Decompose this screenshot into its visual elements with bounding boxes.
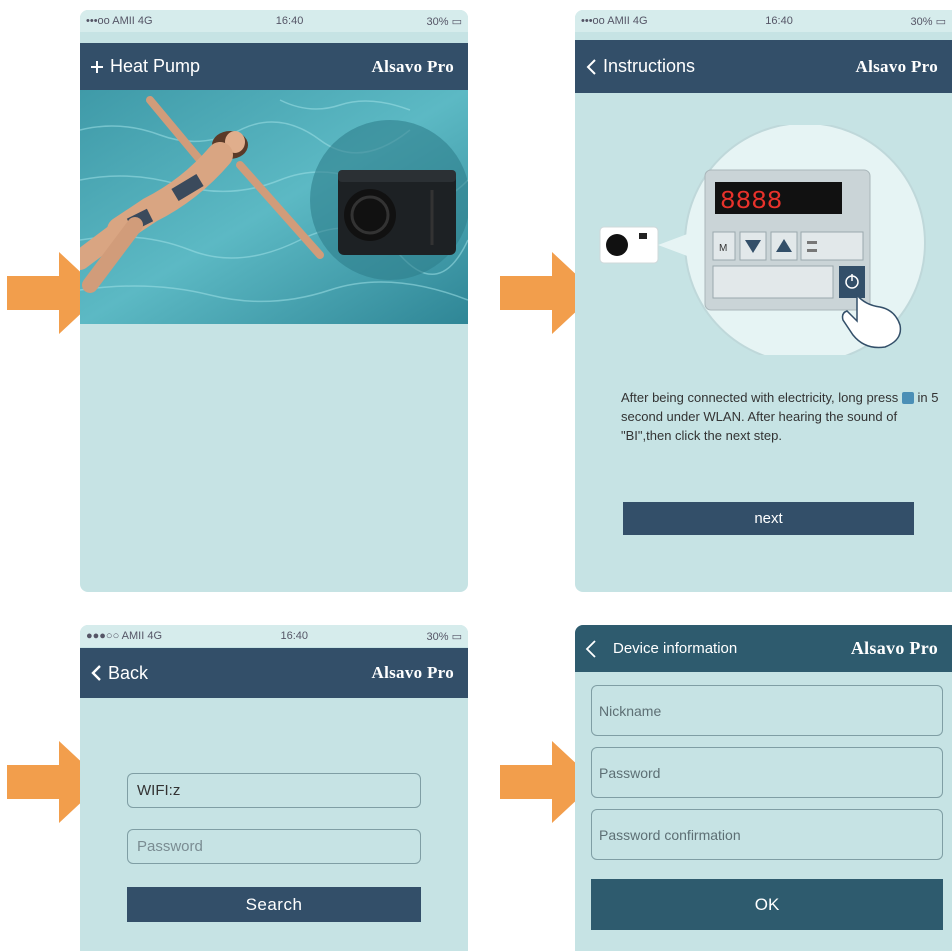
status-bar: ●●●○○ AMII 4G 16:40 30% ▭ (80, 625, 468, 647)
search-button[interactable]: Search (127, 887, 421, 922)
screen-instructions: •••oo AMII 4G 16:40 30% ▭ Instructions A… (575, 10, 952, 592)
add-device-button[interactable]: Heat Pump (90, 56, 200, 77)
chevron-left-icon (585, 639, 596, 658)
back-button[interactable]: Back (90, 663, 148, 684)
control-panel-illustration: 8888 M (599, 125, 926, 355)
pool-heat-pump-image (80, 90, 468, 324)
password-confirmation-field[interactable]: Password confirmation (591, 809, 943, 860)
back-button[interactable]: Instructions (585, 56, 695, 77)
next-button[interactable]: next (623, 502, 914, 535)
screen-device-information: Device information Alsavo Pro Nickname P… (575, 625, 952, 951)
carrier-label: •••oo AMII 4G (581, 15, 648, 27)
brand-logo: Alsavo Pro (371, 663, 454, 682)
ok-button[interactable]: OK (591, 879, 943, 930)
svg-text:M: M (719, 243, 727, 254)
carrier-label: ●●●○○ AMII 4G (86, 630, 163, 642)
wifi-field[interactable]: WIFI:z (127, 773, 421, 808)
time-label: 16:40 (765, 15, 793, 27)
status-bar: •••oo AMII 4G 16:40 30% ▭ (575, 10, 952, 32)
led-display: 8888 (720, 186, 782, 216)
carrier-label: •••oo AMII 4G (86, 15, 153, 27)
plus-icon (91, 60, 103, 73)
password-field[interactable]: Password (591, 747, 943, 798)
battery-label: 30% ▭ (426, 630, 462, 643)
password-field[interactable]: Password (127, 829, 421, 864)
brand-logo: Alsavo Pro (371, 56, 454, 76)
battery-label: 30% ▭ (910, 15, 946, 28)
chevron-left-icon (586, 58, 596, 75)
nav-bar: Instructions Alsavo Pro (575, 40, 952, 93)
chevron-left-icon (91, 665, 101, 681)
power-icon (901, 392, 914, 404)
screen-heat-pump: •••oo AMII 4G 16:40 30% ▭ Heat Pump Alsa… (80, 10, 468, 592)
brand-logo: Alsavo Pro (850, 638, 938, 658)
time-label: 16:40 (280, 630, 309, 642)
brand-logo: Alsavo Pro (855, 56, 938, 76)
back-button[interactable]: Device information (585, 639, 737, 659)
nav-bar: Back Alsavo Pro (80, 648, 468, 698)
time-label: 16:40 (275, 15, 304, 27)
nav-title: Instructions (603, 56, 696, 76)
instruction-text: After being connected with electricity, … (621, 390, 939, 443)
nav-title: Back (108, 662, 149, 683)
nav-title: Heat Pump (110, 56, 201, 76)
nickname-field[interactable]: Nickname (591, 685, 943, 736)
screen-wifi: ●●●○○ AMII 4G 16:40 30% ▭ Back Alsavo Pr… (80, 625, 468, 951)
nav-bar: Heat Pump Alsavo Pro (80, 43, 468, 90)
nav-bar: Device information Alsavo Pro (575, 625, 952, 672)
nav-title: Device information (613, 640, 738, 657)
status-bar: •••oo AMII 4G 16:40 30% ▭ (80, 10, 468, 32)
battery-label: 30% ▭ (426, 15, 462, 28)
